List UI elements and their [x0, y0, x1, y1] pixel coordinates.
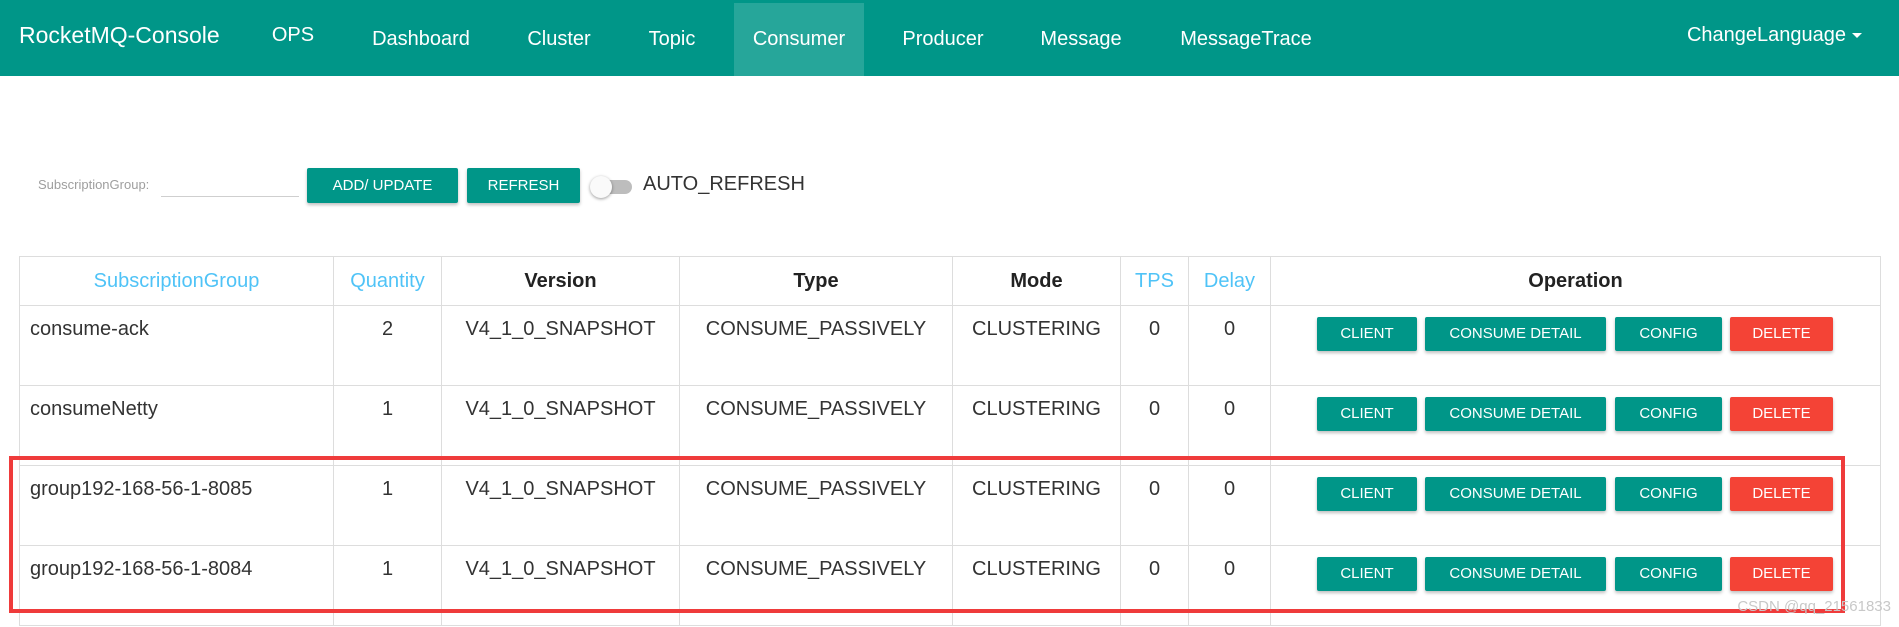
- consume-detail-button[interactable]: CONSUME DETAIL: [1425, 397, 1606, 431]
- client-button[interactable]: CLIENT: [1317, 557, 1417, 591]
- client-button[interactable]: CLIENT: [1317, 477, 1417, 511]
- cell-group: consumeNetty: [19, 385, 334, 466]
- cell-type: CONSUME_PASSIVELY: [679, 305, 953, 386]
- brand-logo[interactable]: RocketMQ-Console: [19, 0, 220, 70]
- cell-quantity: 2: [333, 305, 442, 386]
- operation-buttons: CLIENT CONSUME DETAIL CONFIG DELETE: [1272, 467, 1880, 545]
- table-row: consume-ack 2 V4_1_0_SNAPSHOT CONSUME_PA…: [19, 305, 1881, 386]
- change-language-label: ChangeLanguage: [1686, 24, 1846, 46]
- header-version: Version: [441, 256, 680, 306]
- subscription-group-input[interactable]: [161, 172, 299, 197]
- cell-operation: CLIENT CONSUME DETAIL CONFIG DELETE: [1270, 465, 1881, 546]
- consume-detail-button[interactable]: CONSUME DETAIL: [1425, 317, 1606, 351]
- delete-button[interactable]: DELETE: [1730, 317, 1833, 351]
- watermark: CSDN @qq_21561833: [1737, 598, 1891, 615]
- client-button[interactable]: CLIENT: [1317, 397, 1417, 431]
- cell-group: group192-168-56-1-8085: [19, 465, 334, 546]
- top-navbar: RocketMQ-Console OPS Dashboard Cluster T…: [0, 0, 1899, 76]
- header-mode: Mode: [952, 256, 1121, 306]
- table-row: group192-168-56-1-8084 1 V4_1_0_SNAPSHOT…: [19, 545, 1881, 626]
- consumer-table: SubscriptionGroup Quantity Version Type …: [19, 256, 1881, 626]
- cell-type: CONSUME_PASSIVELY: [679, 465, 953, 546]
- cell-tps: 0: [1120, 385, 1189, 466]
- cell-operation: CLIENT CONSUME DETAIL CONFIG DELETE: [1270, 305, 1881, 386]
- nav-dashboard[interactable]: Dashboard: [354, 3, 488, 76]
- cell-mode: CLUSTERING: [952, 385, 1121, 466]
- nav-consumer[interactable]: Consumer: [734, 3, 864, 76]
- table-row: group192-168-56-1-8085 1 V4_1_0_SNAPSHOT…: [19, 465, 1881, 546]
- nav-topic[interactable]: Topic: [630, 3, 714, 76]
- cell-quantity: 1: [333, 385, 442, 466]
- delete-button[interactable]: DELETE: [1730, 557, 1833, 591]
- nav-cluster[interactable]: Cluster: [511, 3, 607, 76]
- table-row: consumeNetty 1 V4_1_0_SNAPSHOT CONSUME_P…: [19, 385, 1881, 466]
- cell-mode: CLUSTERING: [952, 465, 1121, 546]
- delete-button[interactable]: DELETE: [1730, 477, 1833, 511]
- config-button[interactable]: CONFIG: [1615, 317, 1722, 351]
- cell-type: CONSUME_PASSIVELY: [679, 545, 953, 626]
- cell-delay: 0: [1188, 465, 1271, 546]
- client-button[interactable]: CLIENT: [1317, 317, 1417, 351]
- cell-tps: 0: [1120, 545, 1189, 626]
- delete-button[interactable]: DELETE: [1730, 397, 1833, 431]
- nav-producer[interactable]: Producer: [886, 3, 1000, 76]
- cell-group: consume-ack: [19, 305, 334, 386]
- cell-version: V4_1_0_SNAPSHOT: [441, 545, 680, 626]
- subscription-group-label: SubscriptionGroup:: [38, 177, 150, 192]
- nav-message[interactable]: Message: [1026, 3, 1136, 76]
- nav-messagetrace[interactable]: MessageTrace: [1164, 3, 1328, 76]
- caret-down-icon: [1852, 33, 1862, 39]
- config-button[interactable]: CONFIG: [1615, 557, 1722, 591]
- header-operation: Operation: [1270, 256, 1881, 306]
- operation-buttons: CLIENT CONSUME DETAIL CONFIG DELETE: [1272, 307, 1880, 385]
- cell-version: V4_1_0_SNAPSHOT: [441, 305, 680, 386]
- header-delay[interactable]: Delay: [1188, 256, 1271, 306]
- cell-quantity: 1: [333, 465, 442, 546]
- header-tps[interactable]: TPS: [1120, 256, 1189, 306]
- cell-version: V4_1_0_SNAPSHOT: [441, 465, 680, 546]
- cell-tps: 0: [1120, 465, 1189, 546]
- cell-delay: 0: [1188, 545, 1271, 626]
- add-update-button[interactable]: ADD/ UPDATE: [307, 168, 458, 203]
- header-subscription-group[interactable]: SubscriptionGroup: [19, 256, 334, 306]
- cell-type: CONSUME_PASSIVELY: [679, 385, 953, 466]
- cell-quantity: 1: [333, 545, 442, 626]
- toggle-knob: [590, 176, 612, 198]
- auto-refresh-toggle[interactable]: [590, 176, 632, 198]
- config-button[interactable]: CONFIG: [1615, 397, 1722, 431]
- cell-delay: 0: [1188, 305, 1271, 386]
- table-header-row: SubscriptionGroup Quantity Version Type …: [19, 256, 1881, 306]
- header-type: Type: [679, 256, 953, 306]
- change-language-dropdown[interactable]: ChangeLanguage: [1687, 0, 1862, 70]
- cell-mode: CLUSTERING: [952, 305, 1121, 386]
- cell-operation: CLIENT CONSUME DETAIL CONFIG DELETE: [1270, 385, 1881, 466]
- nav-ops[interactable]: OPS: [266, 0, 320, 73]
- operation-buttons: CLIENT CONSUME DETAIL CONFIG DELETE: [1272, 387, 1880, 465]
- header-quantity[interactable]: Quantity: [333, 256, 442, 306]
- cell-group: group192-168-56-1-8084: [19, 545, 334, 626]
- cell-version: V4_1_0_SNAPSHOT: [441, 385, 680, 466]
- cell-delay: 0: [1188, 385, 1271, 466]
- auto-refresh-label: AUTO_REFRESH: [643, 173, 805, 195]
- cell-mode: CLUSTERING: [952, 545, 1121, 626]
- cell-tps: 0: [1120, 305, 1189, 386]
- consume-detail-button[interactable]: CONSUME DETAIL: [1425, 557, 1606, 591]
- refresh-button[interactable]: REFRESH: [467, 168, 580, 203]
- config-button[interactable]: CONFIG: [1615, 477, 1722, 511]
- consume-detail-button[interactable]: CONSUME DETAIL: [1425, 477, 1606, 511]
